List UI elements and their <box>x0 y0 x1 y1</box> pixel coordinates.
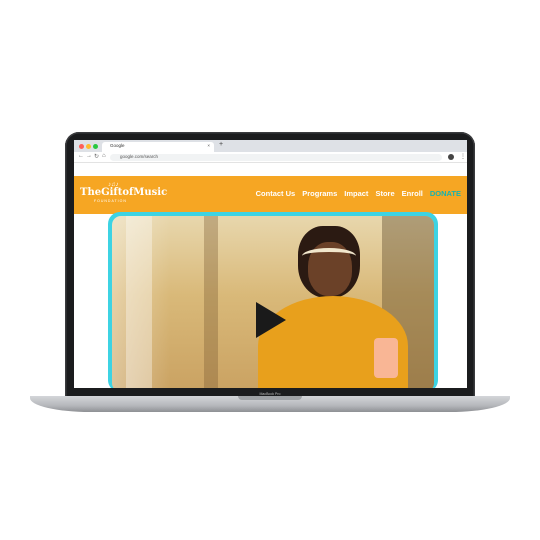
close-window-button[interactable] <box>79 144 84 149</box>
back-icon[interactable]: ← <box>78 153 84 159</box>
nav-contact-us[interactable]: Contact Us <box>256 189 296 198</box>
play-icon[interactable] <box>256 302 286 338</box>
reload-icon[interactable]: ↻ <box>94 153 99 160</box>
site-header: ♪♫♪ TheGiftofMusic FOUNDATION Contact Us… <box>74 176 467 214</box>
drink-glass <box>374 338 398 378</box>
nav-enroll[interactable]: Enroll <box>402 189 423 198</box>
device-model-label: MacBook Pro <box>259 392 281 396</box>
address-url: google.com/search <box>120 154 159 159</box>
tab-title: Google <box>110 143 125 148</box>
background-pillar <box>204 216 218 388</box>
new-tab-button[interactable]: + <box>219 141 223 148</box>
address-bar[interactable]: google.com/search <box>110 153 442 161</box>
site-nav: Contact Us Programs Impact Store Enroll … <box>256 189 461 198</box>
gift-of-music-logo[interactable]: ♪♫♪ TheGiftofMusic FOUNDATION <box>80 182 167 208</box>
nav-donate[interactable]: DONATE <box>430 189 461 198</box>
logo-wordmark: TheGiftofMusic <box>80 187 168 198</box>
laptop-screen: Google × + ← → ↻ ⌂ google.com/search ⋮ ♪… <box>74 140 467 388</box>
tab-close-icon[interactable]: × <box>207 143 210 148</box>
forward-icon[interactable]: → <box>86 153 92 159</box>
browser-toolbar: ← → ↻ ⌂ google.com/search ⋮ <box>74 152 467 163</box>
hero-video[interactable] <box>112 216 434 388</box>
nav-impact[interactable]: Impact <box>344 189 368 198</box>
profile-avatar[interactable] <box>448 154 454 160</box>
background-window <box>126 216 152 388</box>
minimize-window-button[interactable] <box>86 144 91 149</box>
logo-subtitle: FOUNDATION <box>94 199 127 203</box>
browser-menu-icon[interactable]: ⋮ <box>460 153 466 160</box>
maximize-window-button[interactable] <box>93 144 98 149</box>
browser-tab[interactable]: Google × <box>102 142 214 152</box>
home-icon[interactable]: ⌂ <box>102 153 106 159</box>
laptop-opening-notch <box>238 396 302 400</box>
browser-tab-strip: Google × + <box>74 140 467 152</box>
headphones-icon <box>302 248 356 264</box>
nav-programs[interactable]: Programs <box>302 189 337 198</box>
nav-store[interactable]: Store <box>375 189 394 198</box>
